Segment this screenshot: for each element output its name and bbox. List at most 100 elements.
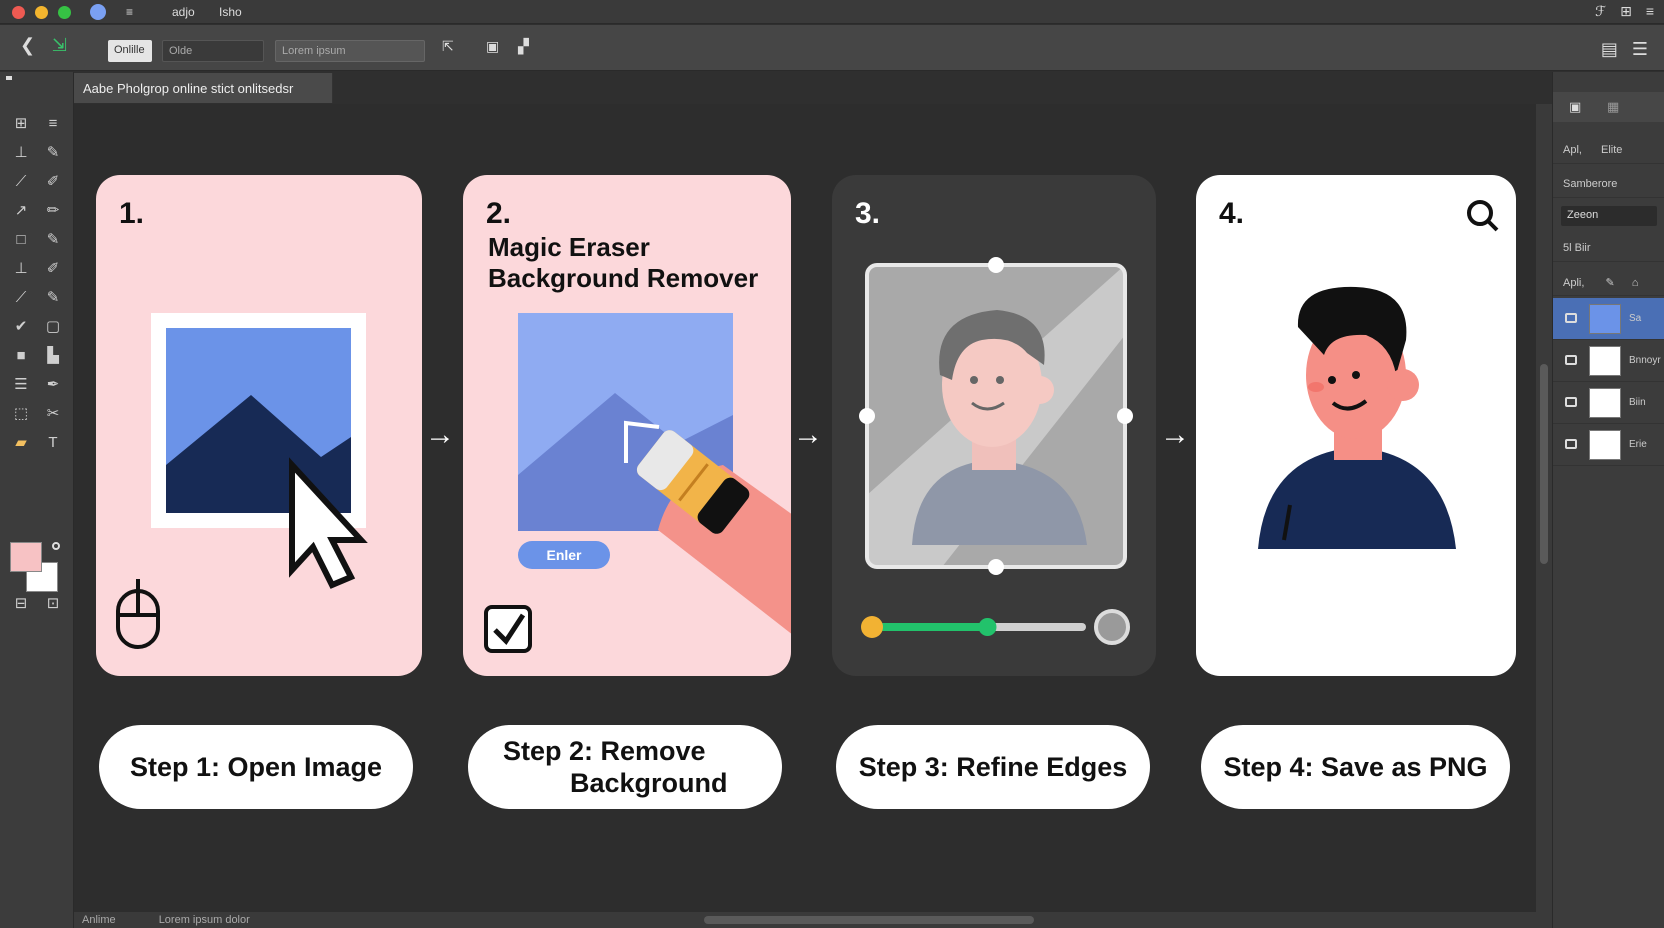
font-icon[interactable]: ℱ	[1595, 3, 1606, 20]
eye-icon[interactable]	[1565, 439, 1577, 449]
layer-row[interactable]: Biin	[1553, 382, 1664, 424]
menu-edit[interactable]: adjo	[172, 5, 195, 19]
horizontal-scroll-thumb[interactable]	[704, 916, 1034, 924]
layer-thumbnail	[1589, 388, 1621, 418]
section-header: Samberore	[1553, 172, 1664, 198]
step-2-label: Step 2: Remove Background	[468, 725, 782, 809]
tool-grid: ⊞ ≡ ⊥ ✎ ⟋ ✐ ↗ ✏ □ ✎ ⊥ ✐ ⟋ ✎ ✔ ▢ ■ ▙ ☰ ✒ …	[6, 112, 68, 453]
layer-row[interactable]: Sa	[1553, 298, 1664, 340]
vertical-scrollbar[interactable]	[1536, 104, 1552, 912]
list-layout-icon[interactable]: ☰	[1632, 39, 1648, 60]
menu-view[interactable]: Isho	[219, 5, 242, 19]
layer-thumbnail	[1589, 304, 1621, 334]
eye-icon[interactable]	[1565, 397, 1577, 407]
rectangle-tool-icon[interactable]: □	[6, 228, 36, 250]
foreground-color-swatch[interactable]	[10, 542, 42, 572]
path-tool-icon[interactable]: ⟋	[6, 170, 36, 192]
step-1-card: 1.	[96, 175, 422, 676]
hamburger-menu-icon[interactable]: ≡	[1646, 3, 1654, 20]
vertical-scroll-thumb[interactable]	[1540, 364, 1548, 564]
options-bar: ❮ ⇲ Onlille Olde Lorem ipsum ⇱ ▣ ▞ ▤ ☰	[0, 25, 1664, 71]
arrow-icon: →	[793, 418, 823, 451]
window-icon[interactable]: ⊞	[1620, 3, 1632, 20]
swap-colors-icon[interactable]	[52, 542, 60, 550]
option-field[interactable]: Olde	[162, 40, 264, 62]
layer-thumbnail	[1589, 430, 1621, 460]
close-window-button[interactable]	[12, 6, 25, 19]
transform-icon[interactable]: ⇱	[442, 38, 454, 55]
horizontal-scrollbar[interactable]: Anlime Lorem ipsum dolor	[74, 912, 1552, 928]
panel-grip[interactable]	[6, 76, 12, 80]
type-tool-icon[interactable]: T	[38, 431, 68, 453]
pen-tool-icon[interactable]: ✎	[38, 141, 68, 163]
eye-icon[interactable]	[1565, 313, 1577, 323]
result-illustration	[1258, 200, 1499, 549]
smudge-tool-icon[interactable]: ✐	[38, 257, 68, 279]
panel-tab-1[interactable]: Apl,	[1563, 144, 1582, 156]
menu-file[interactable]: ≡	[126, 5, 133, 19]
ruler-tool-icon[interactable]: ⊥	[6, 141, 36, 163]
eraser-tool-icon[interactable]: ✎	[38, 228, 68, 250]
check-tool-icon[interactable]: ✔	[6, 315, 36, 337]
panel-tab-row: Apl, Elite	[1553, 138, 1664, 164]
lock-icon[interactable]: ⌂	[1632, 277, 1639, 289]
layers-title: Apli,	[1563, 277, 1585, 289]
folder-tool-icon[interactable]: ▰	[6, 431, 36, 453]
step-2-label-line1: Step 2: Remove	[503, 736, 706, 766]
refine-edges-illustration	[859, 257, 1133, 645]
enter-button[interactable]: Enler	[518, 541, 610, 569]
step-3-card: 3.	[832, 175, 1156, 676]
zoom-field[interactable]: Zeeon	[1561, 206, 1657, 226]
slice-tool-icon[interactable]: ⬚	[6, 402, 36, 424]
layer-row[interactable]: Erie	[1553, 424, 1664, 466]
step-3-label: Step 3: Refine Edges	[836, 725, 1150, 809]
pencil-tool-icon[interactable]: ✏	[38, 199, 68, 221]
maximize-window-button[interactable]	[58, 6, 71, 19]
search-icon[interactable]	[1466, 199, 1496, 229]
photo-editor-app: ≡ adjo Isho ℱ ⊞ ≡ ❮ ⇲ Onlille Olde Lorem…	[0, 0, 1664, 928]
step-4-label: Step 4: Save as PNG	[1201, 725, 1510, 809]
arrow-icon: →	[1160, 418, 1190, 451]
stamp-tool-icon[interactable]: ⊥	[6, 257, 36, 279]
status-left: Anlime	[82, 914, 116, 926]
layer-name: Biin	[1629, 397, 1646, 408]
brush-icon[interactable]: ✎	[1605, 277, 1614, 289]
minimize-window-button[interactable]	[35, 6, 48, 19]
document-tab[interactable]: Aabe Pholgrop online stict onlitsedsr	[74, 73, 333, 103]
sharpen-tool-icon[interactable]: ✎	[38, 286, 68, 308]
preset-dropdown[interactable]: Lorem ipsum	[275, 40, 425, 62]
direct-select-icon[interactable]: ↗	[6, 199, 36, 221]
workspace-icons: ▤ ☰	[1601, 39, 1648, 60]
eye-icon[interactable]	[1565, 355, 1577, 365]
section-header-2: 5l Biir	[1553, 236, 1664, 262]
layer-thumbnail	[1589, 346, 1621, 376]
fill-tool-icon[interactable]: ■	[6, 344, 36, 366]
artboard-tool-icon[interactable]: ⊞	[6, 112, 36, 134]
quick-mask-icon[interactable]: ⊟	[6, 592, 36, 614]
screen-mode-icon[interactable]: ⊡	[38, 592, 68, 614]
panel-layout-icon[interactable]: ▤	[1601, 39, 1618, 60]
text-tool-icon[interactable]: ☰	[6, 373, 36, 395]
back-arrow-icon[interactable]: ❮	[20, 35, 35, 56]
mode-field[interactable]: Onlille	[108, 40, 152, 62]
bucket-tool-icon[interactable]: ▙	[38, 344, 68, 366]
shape-tool-icon[interactable]: ▢	[38, 315, 68, 337]
eyedropper-tool-icon[interactable]: ✒	[38, 373, 68, 395]
grid-tab-icon[interactable]: ▦	[1607, 99, 1619, 115]
properties-tab-icon[interactable]: ▣	[1569, 99, 1581, 115]
tools-panel: ⊞ ≡ ⊥ ✎ ⟋ ✐ ↗ ✏ □ ✎ ⊥ ✐ ⟋ ✎ ✔ ▢ ■ ▙ ☰ ✒ …	[0, 72, 74, 928]
brush-tool-icon[interactable]: ✐	[38, 170, 68, 192]
right-panel: ▣ ▦ Apl, Elite Samberore Zeeon 5l Biir A…	[1552, 72, 1664, 928]
distribute-icon[interactable]: ▞	[518, 38, 529, 55]
step-4-card: 4.	[1196, 175, 1516, 676]
app-logo-icon	[90, 4, 106, 20]
panel-tab-2[interactable]: Elite	[1601, 144, 1622, 156]
scissors-tool-icon[interactable]: ✂	[38, 402, 68, 424]
dodge-tool-icon[interactable]: ⟋	[6, 286, 36, 308]
menu-tool-icon[interactable]: ≡	[38, 112, 68, 134]
move-tool-icon[interactable]: ⇲	[52, 35, 67, 56]
title-bar: ≡ adjo Isho ℱ ⊞ ≡	[0, 0, 1664, 24]
align-icon[interactable]: ▣	[486, 38, 499, 55]
layer-name: Sa	[1629, 313, 1642, 324]
layer-row[interactable]: Bnnoyr	[1553, 340, 1664, 382]
